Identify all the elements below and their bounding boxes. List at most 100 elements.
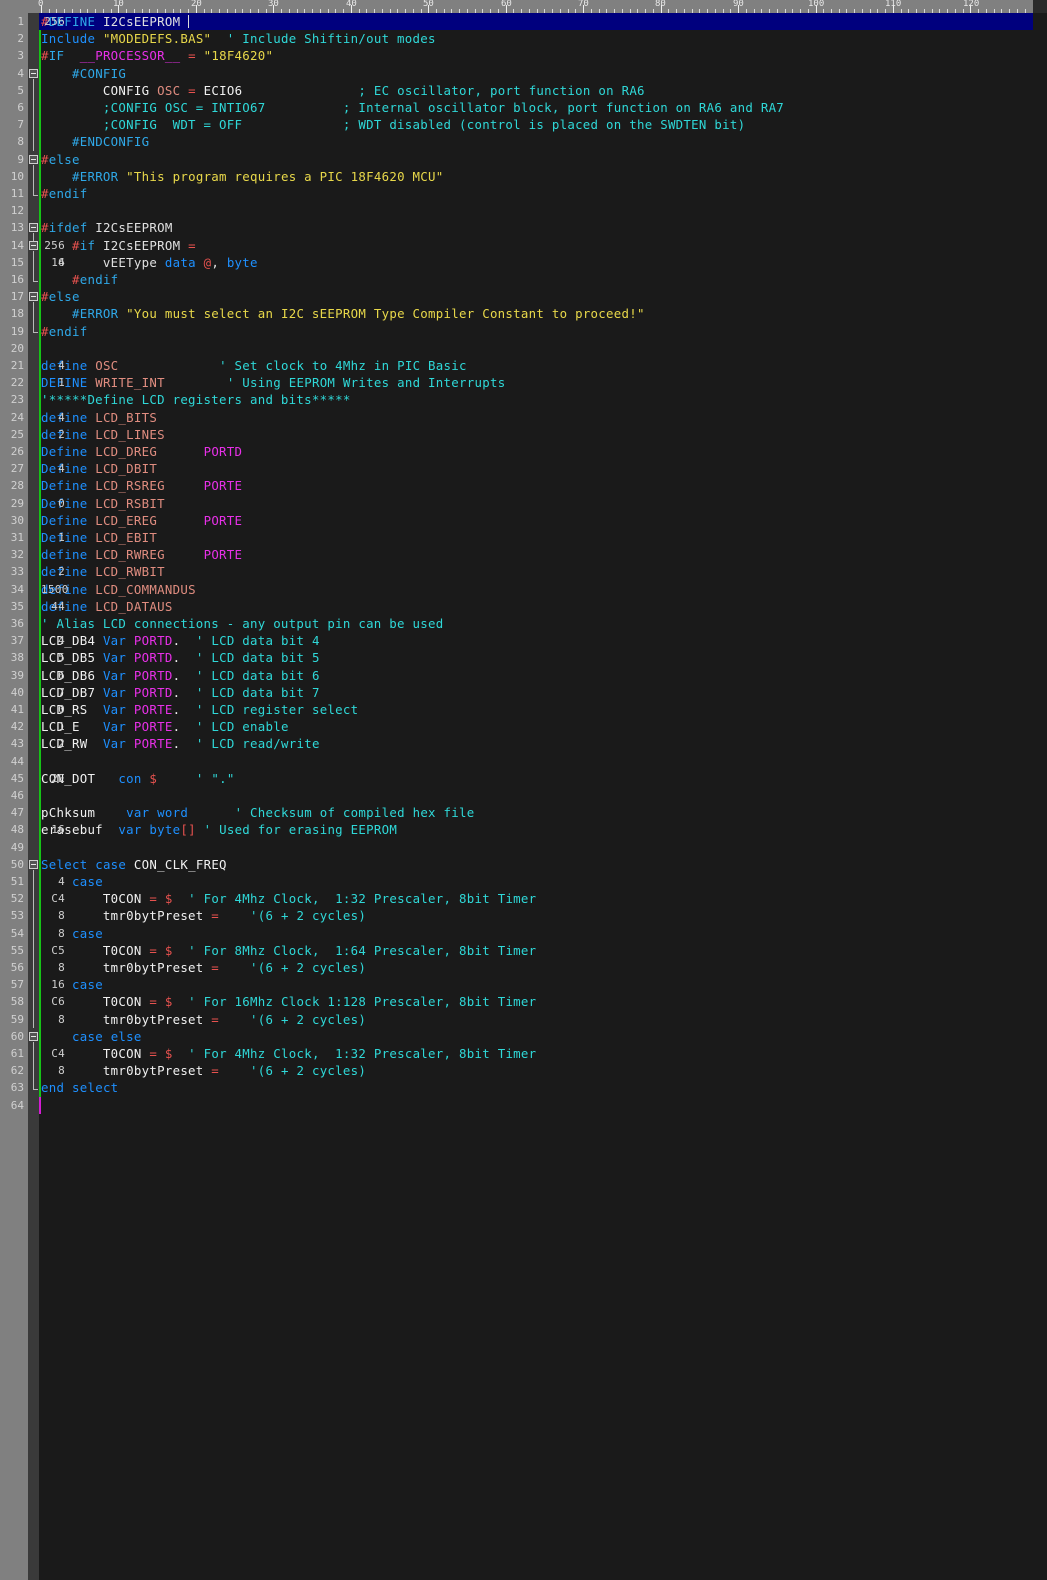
code-line[interactable]: 8 #ENDCONFIG	[0, 133, 1047, 150]
code-line[interactable]: 31Define LCD_EBIT 1	[0, 529, 1047, 546]
line-content[interactable]: Define LCD_DREG PORTD	[41, 443, 242, 460]
code-line[interactable]: 45CON_DOT con $2E ' "."	[0, 770, 1047, 787]
line-content[interactable]: #endif	[41, 185, 87, 202]
line-content[interactable]: tmr0bytPreset = 8 '(6 + 2 cycles)	[41, 959, 366, 976]
line-content[interactable]: vEEType data @16, byte 4	[41, 254, 266, 271]
code-line[interactable]: 36' Alias LCD connections - any output p…	[0, 615, 1047, 632]
code-line[interactable]: 49	[0, 839, 1047, 856]
code-line[interactable]: 27Define LCD_DBIT 4	[0, 460, 1047, 477]
line-content[interactable]: '*****Define LCD registers and bits*****	[41, 391, 351, 408]
line-content[interactable]: LCD_RW Var PORTE.2 ' LCD read/write	[41, 735, 320, 752]
code-line[interactable]: 13#ifdef I2CsEEPROM	[0, 219, 1047, 236]
line-content[interactable]: T0CON = $C6 ' For 16Mhz Clock 1:128 Pres…	[41, 993, 536, 1010]
code-line[interactable]: 3#IF __PROCESSOR__ = "18F4620"	[0, 47, 1047, 64]
line-content[interactable]: case 4	[41, 873, 111, 890]
code-line[interactable]: 64	[0, 1097, 1047, 1114]
code-line[interactable]: 20	[0, 340, 1047, 357]
line-content[interactable]: define LCD_LINES 2	[41, 426, 204, 443]
line-content[interactable]: erasebuf var byte[16] ' Used for erasing…	[41, 821, 397, 838]
code-line[interactable]: 51 case 4	[0, 873, 1047, 890]
code-line[interactable]: 55 T0CON = $C5 ' For 8Mhz Clock, 1:64 Pr…	[0, 942, 1047, 959]
line-content[interactable]: LCD_DB5 Var PORTD.5 ' LCD data bit 5	[41, 649, 320, 666]
line-content[interactable]: Define LCD_RSBIT 0	[41, 495, 204, 512]
code-line[interactable]: 2Include "MODEDEFS.BAS" ' Include Shifti…	[0, 30, 1047, 47]
line-content[interactable]: Define LCD_EREG PORTE	[41, 512, 242, 529]
line-content[interactable]: case 8	[41, 925, 111, 942]
code-line[interactable]: 4 #CONFIG	[0, 65, 1047, 82]
line-content[interactable]: T0CON = $C4 ' For 4Mhz Clock, 1:32 Presc…	[41, 890, 536, 907]
line-content[interactable]: ;CONFIG WDT = OFF ; WDT disabled (contro…	[41, 116, 745, 133]
code-line[interactable]: 1#DEFINE I2CsEEPROM 256	[0, 13, 1047, 30]
code-line[interactable]: 19#endif	[0, 323, 1047, 340]
line-content[interactable]: Define LCD_EBIT 1	[41, 529, 204, 546]
line-content[interactable]: define LCD_BITS 4	[41, 409, 204, 426]
code-line[interactable]: 11#endif	[0, 185, 1047, 202]
line-content[interactable]: tmr0bytPreset = 8 '(6 + 2 cycles)	[41, 1062, 366, 1079]
line-content[interactable]: LCD_E Var PORTE.1 ' LCD enable	[41, 718, 289, 735]
code-line[interactable]: 58 T0CON = $C6 ' For 16Mhz Clock 1:128 P…	[0, 993, 1047, 1010]
line-content[interactable]: define LCD_RWBIT 2	[41, 563, 204, 580]
line-content[interactable]: Define LCD_RSREG PORTE	[41, 477, 242, 494]
code-line[interactable]: 17#else	[0, 288, 1047, 305]
line-content[interactable]: #endif	[41, 271, 118, 288]
line-content[interactable]: #ENDCONFIG	[41, 133, 149, 150]
line-content[interactable]: ' Alias LCD connections - any output pin…	[41, 615, 443, 632]
line-content[interactable]: #ifdef I2CsEEPROM	[41, 219, 173, 236]
line-content[interactable]: end select	[41, 1079, 118, 1096]
line-content[interactable]: define LCD_RWREG PORTE	[41, 546, 242, 563]
line-content[interactable]: CONFIG OSC = ECIO6 ; EC oscillator, port…	[41, 82, 645, 99]
code-line[interactable]: 46	[0, 787, 1047, 804]
code-line[interactable]: 59 tmr0bytPreset = 8 '(6 + 2 cycles)	[0, 1011, 1047, 1028]
code-line[interactable]: 33define LCD_RWBIT 2	[0, 563, 1047, 580]
line-content[interactable]: case 16	[41, 976, 111, 993]
code-line[interactable]: 56 tmr0bytPreset = 8 '(6 + 2 cycles)	[0, 959, 1047, 976]
line-content[interactable]: DEFINE WRITE_INT 1 ' Using EEPROM Writes…	[41, 374, 505, 391]
line-content[interactable]: #endif	[41, 323, 87, 340]
line-content[interactable]: LCD_RS Var PORTE.0 ' LCD register select	[41, 701, 358, 718]
code-line[interactable]: 44	[0, 753, 1047, 770]
line-content[interactable]: pChksum var word ' Checksum of compiled …	[41, 804, 475, 821]
line-content[interactable]: #if I2CsEEPROM = 256	[41, 237, 204, 254]
line-content[interactable]: T0CON = $C4 ' For 4Mhz Clock, 1:32 Presc…	[41, 1045, 536, 1062]
code-line[interactable]: 54 case 8	[0, 925, 1047, 942]
code-line[interactable]: 39LCD_DB6 Var PORTD.6 ' LCD data bit 6	[0, 667, 1047, 684]
line-content[interactable]: #IF __PROCESSOR__ = "18F4620"	[41, 47, 273, 64]
line-content[interactable]: case else	[41, 1028, 142, 1045]
line-content[interactable]: Include "MODEDEFS.BAS" ' Include Shiftin…	[41, 30, 436, 47]
code-line[interactable]: 62 tmr0bytPreset = 8 '(6 + 2 cycles)	[0, 1062, 1047, 1079]
line-content[interactable]: LCD_DB7 Var PORTD.7 ' LCD data bit 7	[41, 684, 320, 701]
code-line[interactable]: 30Define LCD_EREG PORTE	[0, 512, 1047, 529]
line-content[interactable]: ;CONFIG OSC = INTIO67 ; Internal oscilla…	[41, 99, 784, 116]
code-line[interactable]: 43LCD_RW Var PORTE.2 ' LCD read/write	[0, 735, 1047, 752]
code-line[interactable]: 60 case else	[0, 1028, 1047, 1045]
line-content[interactable]: define OSC 4 ' Set clock to 4Mhz in PIC …	[41, 357, 467, 374]
line-content[interactable]: Define LCD_DBIT 4	[41, 460, 204, 477]
code-line[interactable]: 26Define LCD_DREG PORTD	[0, 443, 1047, 460]
code-line[interactable]: 48erasebuf var byte[16] ' Used for erasi…	[0, 821, 1047, 838]
code-line[interactable]: 16 #endif	[0, 271, 1047, 288]
code-line[interactable]: 15 vEEType data @16, byte 4	[0, 254, 1047, 271]
code-line[interactable]: 5 CONFIG OSC = ECIO6 ; EC oscillator, po…	[0, 82, 1047, 99]
code-line[interactable]: 28Define LCD_RSREG PORTE	[0, 477, 1047, 494]
code-line[interactable]: 40LCD_DB7 Var PORTD.7 ' LCD data bit 7	[0, 684, 1047, 701]
code-line[interactable]: 42LCD_E Var PORTE.1 ' LCD enable	[0, 718, 1047, 735]
code-line[interactable]: 37LCD_DB4 Var PORTD.4 ' LCD data bit 4	[0, 632, 1047, 649]
code-line[interactable]: 9#else	[0, 151, 1047, 168]
line-content[interactable]: Select case CON_CLK_FREQ	[41, 856, 227, 873]
line-content[interactable]: CON_DOT con $2E ' "."	[41, 770, 235, 787]
line-content[interactable]: #CONFIG	[41, 65, 126, 82]
line-content[interactable]: LCD_DB6 Var PORTD.6 ' LCD data bit 6	[41, 667, 320, 684]
editor-area[interactable]: 1#DEFINE I2CsEEPROM 2562Include "MODEDEF…	[0, 13, 1047, 1580]
code-line[interactable]: 23'*****Define LCD registers and bits***…	[0, 391, 1047, 408]
line-content[interactable]: #ERROR "You must select an I2C sEEPROM T…	[41, 305, 645, 322]
code-line[interactable]: 10 #ERROR "This program requires a PIC 1…	[0, 168, 1047, 185]
code-line[interactable]: 41LCD_RS Var PORTE.0 ' LCD register sele…	[0, 701, 1047, 718]
code-line[interactable]: 7 ;CONFIG WDT = OFF ; WDT disabled (cont…	[0, 116, 1047, 133]
code-line[interactable]: 14 #if I2CsEEPROM = 256	[0, 237, 1047, 254]
line-content[interactable]: LCD_DB4 Var PORTD.4 ' LCD data bit 4	[41, 632, 320, 649]
code-line[interactable]: 61 T0CON = $C4 ' For 4Mhz Clock, 1:32 Pr…	[0, 1045, 1047, 1062]
code-line[interactable]: 47pChksum var word ' Checksum of compile…	[0, 804, 1047, 821]
code-line[interactable]: 32define LCD_RWREG PORTE	[0, 546, 1047, 563]
line-content[interactable]: #else	[41, 151, 80, 168]
code-line[interactable]: 63end select	[0, 1079, 1047, 1096]
